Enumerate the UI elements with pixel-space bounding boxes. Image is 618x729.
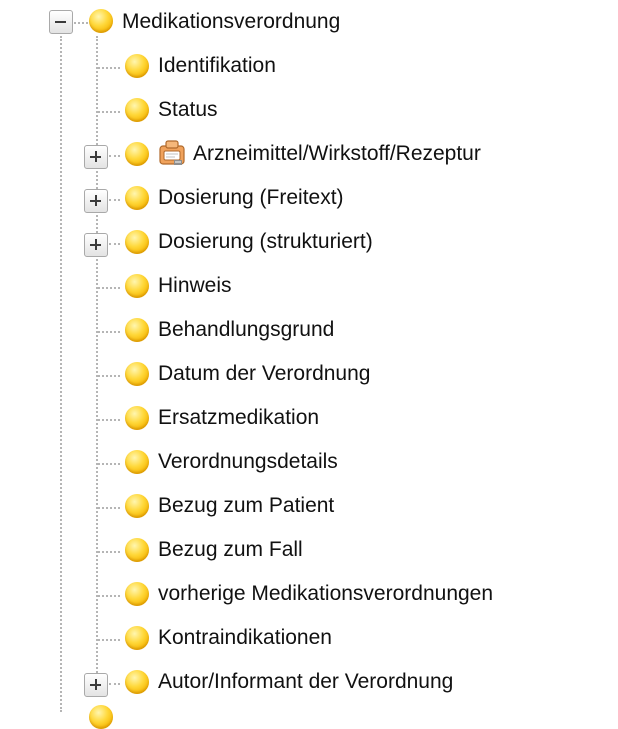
tree-guide-connector [109,199,120,201]
yellow-bullet-icon [125,406,149,430]
tree-item-label[interactable]: Kontraindikationen [158,625,332,651]
yellow-bullet-icon [125,450,149,474]
tree-view: Medikationsverordnung Identifikation Sta… [0,0,618,729]
yellow-bullet-icon [125,362,149,386]
tree-guide-connector [98,507,120,509]
tree-guide-line-left [60,36,62,712]
package-reference-icon [159,140,185,165]
expand-plus-icon[interactable] [84,233,108,257]
tree-item-label[interactable]: Arzneimittel/Wirkstoff/Rezeptur [193,141,481,167]
tree-guide-connector [98,463,120,465]
tree-item-label[interactable]: Dosierung (strukturiert) [158,229,373,255]
yellow-bullet-icon [125,274,149,298]
yellow-bullet-icon [125,582,149,606]
tree-guide-connector [98,287,120,289]
tree-guide-connector [98,551,120,553]
yellow-bullet-icon [125,98,149,122]
tree-item-label[interactable]: Autor/Informant der Verordnung [158,669,453,695]
tree-item-label[interactable]: Hinweis [158,273,232,299]
tree-guide-line-children [96,36,98,684]
yellow-bullet-icon [125,670,149,694]
tree-guide-connector [98,331,120,333]
expand-plus-icon[interactable] [84,673,108,697]
tree-guide-connector [98,639,120,641]
yellow-bullet-icon [125,54,149,78]
tree-guide-connector [109,683,120,685]
tree-item-label[interactable]: Status [158,97,218,123]
tree-guide-connector [109,243,120,245]
yellow-bullet-icon [125,318,149,342]
tree-item-label[interactable]: Datum der Verordnung [158,361,370,387]
tree-guide-connector [98,595,120,597]
tree-guide-connector [98,111,120,113]
yellow-bullet-icon [125,230,149,254]
tree-guide-connector [98,375,120,377]
tree-item-label[interactable]: Ersatzmedikation [158,405,319,431]
tree-guide-connector [98,419,120,421]
tree-item-label[interactable]: Behandlungsgrund [158,317,334,343]
collapse-minus-icon[interactable] [49,10,73,34]
tree-item-label[interactable]: vorherige Medikationsverordnungen [158,581,493,607]
yellow-bullet-icon [125,494,149,518]
tree-guide-line-root [74,22,88,24]
yellow-bullet-icon [125,538,149,562]
yellow-bullet-icon [89,705,113,729]
expand-plus-icon[interactable] [84,145,108,169]
tree-item-label[interactable]: Verordnungsdetails [158,449,338,475]
expand-plus-icon[interactable] [84,189,108,213]
yellow-bullet-icon [125,142,149,166]
tree-item-label[interactable]: Bezug zum Fall [158,537,303,563]
yellow-bullet-icon [125,626,149,650]
tree-item-label[interactable]: Dosierung (Freitext) [158,185,344,211]
yellow-bullet-icon [125,186,149,210]
tree-guide-connector [98,67,120,69]
tree-item-label[interactable]: Bezug zum Patient [158,493,334,519]
tree-item-label[interactable]: Identifikation [158,53,276,79]
yellow-bullet-icon [89,9,113,33]
tree-guide-connector [109,155,120,157]
tree-root-label[interactable]: Medikationsverordnung [122,9,340,35]
